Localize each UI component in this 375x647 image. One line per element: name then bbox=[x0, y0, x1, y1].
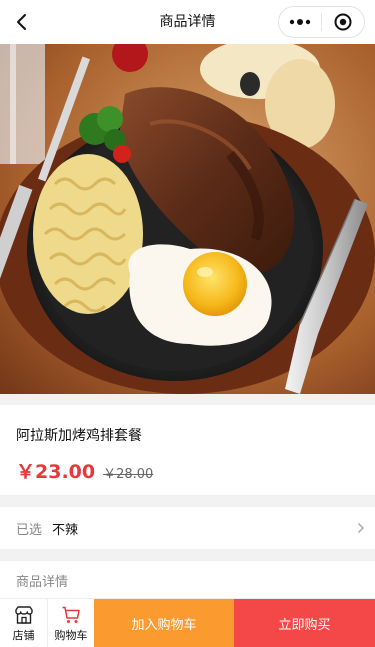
detail-title: 商品详情 bbox=[16, 575, 69, 590]
store-tab[interactable]: 店铺 bbox=[0, 599, 47, 647]
steak-plate-image bbox=[0, 44, 375, 394]
spec-label: 已选 bbox=[16, 522, 43, 538]
mini-program-capsule bbox=[278, 6, 365, 38]
more-dots-icon bbox=[289, 19, 311, 25]
cart-tab[interactable]: 购物车 bbox=[47, 599, 94, 647]
add-to-cart-button[interactable]: 加入购物车 bbox=[94, 599, 234, 647]
price-row: ￥23.00 ￥28.00 bbox=[16, 457, 153, 484]
detail-section: 商品详情 bbox=[0, 561, 375, 601]
product-name: 阿拉斯加烤鸡排套餐 bbox=[16, 428, 142, 444]
cart-label: 购物车 bbox=[54, 628, 88, 642]
store-icon bbox=[14, 605, 33, 624]
more-button[interactable] bbox=[279, 7, 321, 37]
bottom-action-bar: 店铺 购物车 加入购物车 立即购买 bbox=[0, 598, 375, 647]
chevron-right-icon bbox=[357, 522, 365, 534]
current-price: ￥23.00 bbox=[16, 461, 96, 483]
original-price: ￥28.00 bbox=[103, 467, 154, 482]
store-label: 店铺 bbox=[12, 628, 35, 642]
close-program-button[interactable] bbox=[322, 7, 364, 37]
navbar: 商品详情 bbox=[0, 0, 375, 44]
product-image[interactable] bbox=[0, 44, 375, 394]
spec-selector[interactable]: 已选 不辣 bbox=[0, 507, 375, 549]
buy-now-button[interactable]: 立即购买 bbox=[234, 599, 375, 647]
target-close-icon bbox=[334, 13, 352, 31]
product-info: 阿拉斯加烤鸡排套餐 ￥23.00 ￥28.00 bbox=[0, 405, 375, 495]
shopping-cart-icon bbox=[62, 606, 80, 623]
spec-value: 不辣 bbox=[52, 522, 79, 538]
